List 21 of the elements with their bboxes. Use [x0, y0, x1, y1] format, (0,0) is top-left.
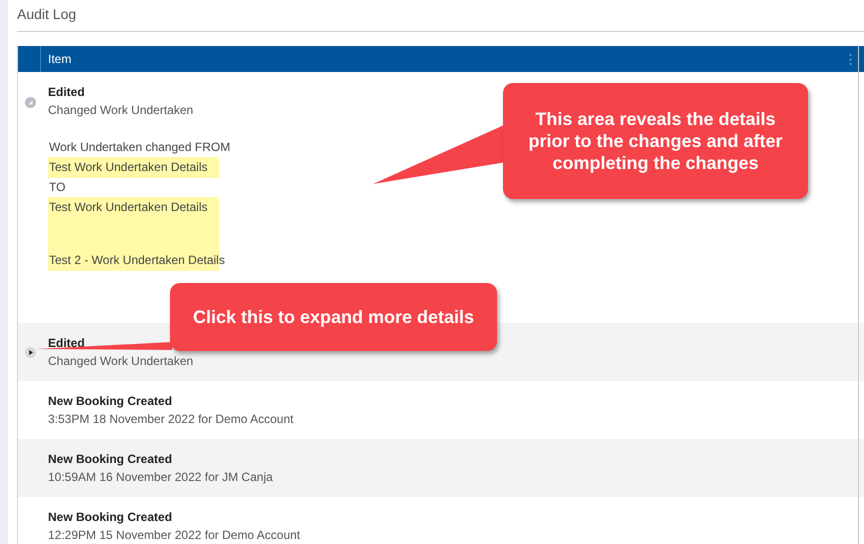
detail-text: TO: [49, 179, 66, 196]
detail-text: Test Work Undertaken Details: [49, 199, 208, 216]
detail-text: Work Undertaken changed FROM: [49, 139, 230, 156]
entry-title: Edited: [48, 335, 85, 352]
callout: Click this to expand more details: [170, 283, 497, 351]
entry-title: Edited: [48, 84, 85, 101]
entry-title: New Booking Created: [48, 509, 172, 526]
page-title: Audit Log: [17, 5, 76, 23]
detail-text: Test 2 - Work Undertaken Details: [49, 252, 225, 269]
entry-title: New Booking Created: [48, 451, 172, 468]
entry-subtitle: 10:59AM 16 November 2022 for JM Canja: [48, 469, 273, 486]
column-header[interactable]: Item: [48, 52, 72, 66]
entry-subtitle: Changed Work Undertaken: [48, 353, 194, 370]
detail-text: Test Work Undertaken Details: [49, 159, 208, 176]
column-menu-icon[interactable]: [849, 54, 852, 64]
collapse-icon[interactable]: [25, 97, 36, 108]
entry-subtitle: 12:29PM 15 November 2022 for Demo Account: [48, 527, 300, 544]
entry-subtitle: Changed Work Undertaken: [48, 102, 194, 119]
expand-icon[interactable]: [25, 347, 36, 358]
entry-title: New Booking Created: [48, 393, 172, 410]
entry-subtitle: 3:53PM 18 November 2022 for Demo Account: [48, 411, 294, 428]
